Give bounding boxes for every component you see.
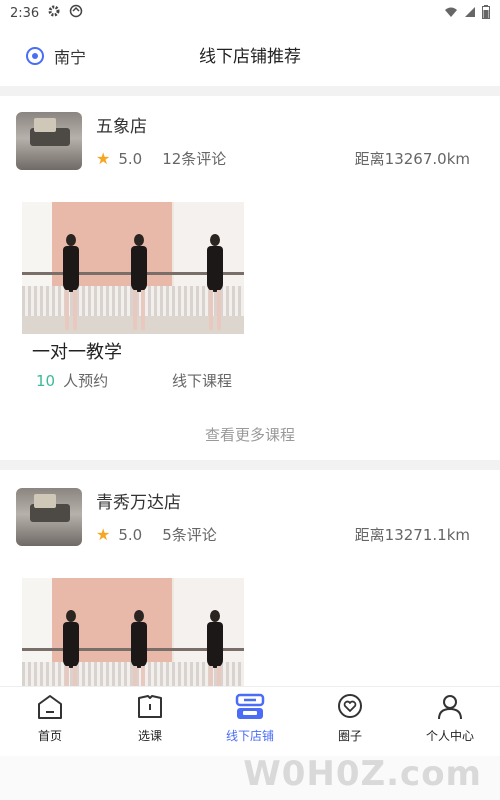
store-header[interactable]: 青秀万达店 ★ 5.0 5条评论 距离13271.1km (0, 472, 500, 552)
signal-icon (464, 6, 476, 21)
store-distance: 距离13271.1km (354, 526, 470, 544)
store-icon (235, 693, 265, 721)
book-icon (135, 693, 165, 721)
sync-icon (69, 4, 83, 22)
tab-label: 选课 (137, 729, 162, 743)
store-thumbnail (16, 112, 82, 170)
star-icon: ★ (96, 525, 111, 544)
dancer-figure (204, 234, 226, 334)
course-image[interactable] (22, 202, 244, 334)
dancer-figure (60, 610, 82, 686)
section-divider (0, 460, 500, 470)
tab-profile[interactable]: 个人中心 (400, 687, 500, 757)
view-more-courses-link[interactable]: 查看更多课程 (0, 424, 500, 445)
tab-label: 个人中心 (425, 729, 474, 743)
star-icon: ★ (96, 149, 111, 168)
bottom-tab-bar: 首页 选课 线下店铺 圈子 个人中心 (0, 686, 500, 757)
status-time: 2:36 (10, 5, 40, 21)
dancer-figure (128, 234, 150, 334)
store-distance: 距离13267.0km (354, 150, 470, 168)
store-thumbnail (16, 488, 82, 546)
wifi-icon (444, 6, 458, 21)
store-header[interactable]: 五象店 ★ 5.0 12条评论 距离13267.0km (0, 96, 500, 176)
section-divider (0, 86, 500, 96)
watermark-logo: W0H0Z.com (243, 754, 482, 794)
tab-courses[interactable]: 选课 (100, 687, 200, 757)
person-icon (435, 693, 465, 721)
store-rating: ★ 5.0 5条评论 (96, 524, 217, 545)
rating-value: 5.0 (118, 525, 143, 544)
page-title: 线下店铺推荐 (199, 47, 301, 67)
home-icon (35, 693, 65, 721)
course-type: 线下课程 (172, 372, 233, 390)
header: 南宁 线下店铺推荐 (0, 26, 500, 86)
tab-label: 圈子 (337, 729, 362, 743)
booked-suffix: 人预约 (63, 372, 109, 390)
store-card[interactable]: 五象店 ★ 5.0 12条评论 距离13267.0km (0, 96, 500, 176)
booked-number: 10 (36, 372, 56, 390)
status-bar: 2:36 (0, 0, 500, 26)
tab-label: 线下店铺 (225, 729, 274, 743)
rating-value: 5.0 (118, 149, 143, 168)
store-name: 五象店 (96, 117, 147, 137)
review-count: 5条评论 (162, 526, 217, 544)
review-count: 12条评论 (162, 150, 227, 168)
store-rating: ★ 5.0 12条评论 (96, 148, 226, 169)
tab-stores[interactable]: 线下店铺 (200, 687, 300, 757)
course-title[interactable]: 一对一教学 (32, 338, 122, 364)
tab-home[interactable]: 首页 (0, 687, 100, 757)
tab-label: 首页 (37, 729, 62, 743)
dancer-figure (204, 610, 226, 686)
store-name: 青秀万达店 (96, 493, 181, 513)
dancer-figure (60, 234, 82, 334)
battery-icon (482, 4, 490, 22)
settings-gear-icon (47, 4, 61, 22)
store-card[interactable]: 青秀万达店 ★ 5.0 5条评论 距离13271.1km (0, 472, 500, 552)
heart-chat-icon (335, 693, 365, 721)
booked-count: 10 人预约 (36, 370, 108, 391)
course-image[interactable] (22, 578, 244, 686)
dancer-figure (128, 610, 150, 686)
tab-circle[interactable]: 圈子 (300, 687, 400, 757)
